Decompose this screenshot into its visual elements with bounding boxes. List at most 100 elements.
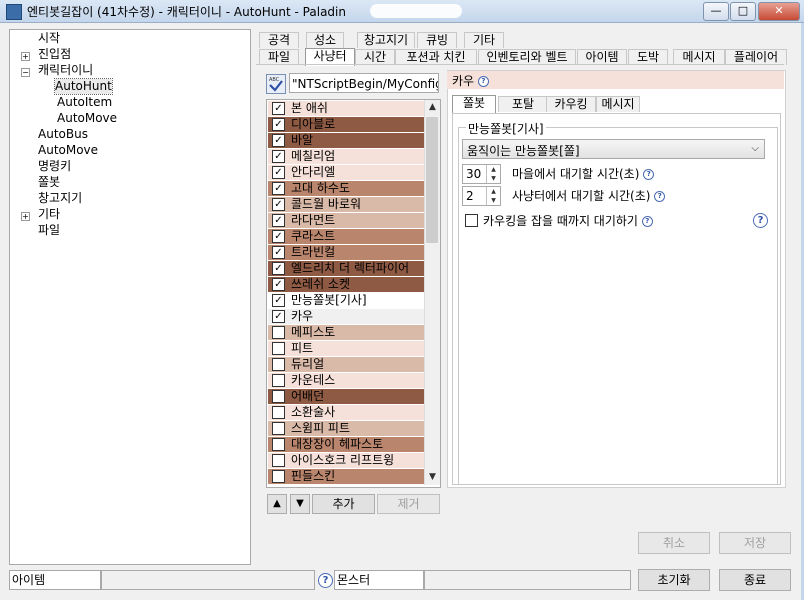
tree-item-character[interactable]: 캐릭터이니	[38, 63, 93, 78]
list-item[interactable]: ✓ 콜드월 바로워	[268, 197, 424, 212]
list-item[interactable]: ✓ 트라빈컬	[268, 245, 424, 260]
list-item[interactable]: 아이스호크 리프트윙	[268, 453, 424, 468]
spin-down-icon[interactable]: ▼	[487, 174, 500, 183]
scroll-thumb[interactable]	[426, 117, 438, 243]
tab-attack[interactable]: 공격	[259, 32, 299, 48]
tab-sanctuary[interactable]: 성소	[306, 32, 344, 48]
minimize-button[interactable]: —	[703, 2, 729, 21]
tree-item-start[interactable]: 시작	[38, 31, 60, 46]
save-button[interactable]: 저장	[719, 532, 791, 554]
list-item[interactable]: 듀리얼	[268, 357, 424, 372]
checkbox[interactable]	[272, 358, 285, 371]
exit-button[interactable]: 종료	[719, 569, 791, 591]
navigation-tree[interactable]	[9, 29, 251, 565]
tab-portal[interactable]: 포탈	[498, 96, 548, 112]
checkbox[interactable]: ✓	[272, 278, 285, 291]
list-item[interactable]: 피트	[268, 341, 424, 356]
checkbox[interactable]	[272, 374, 285, 387]
list-scrollbar[interactable]: ▲ ▼	[424, 100, 440, 485]
checkbox[interactable]: ✓	[272, 230, 285, 243]
mode-select[interactable]: 움직이는 만능쫄봇[쫄] ⌵	[462, 139, 765, 159]
add-button[interactable]: 추가	[312, 494, 375, 514]
tree-item-stash[interactable]: 창고지기	[38, 191, 82, 206]
tab-inner-message[interactable]: 메시지	[596, 96, 640, 112]
list-item[interactable]: ✓ 만능쫄봇[기사]	[268, 293, 424, 308]
spin-down-icon[interactable]: ▼	[487, 196, 500, 205]
field-wait-spinner[interactable]: 2 ▲ ▼	[462, 186, 501, 206]
move-down-button[interactable]: ▼	[290, 494, 310, 514]
tree-item-autohunt[interactable]: AutoHunt	[54, 78, 113, 95]
spin-up-icon[interactable]: ▲	[487, 165, 500, 174]
checkbox[interactable]	[272, 470, 285, 483]
maximize-button[interactable]: □	[730, 2, 756, 21]
help-icon[interactable]: ?	[654, 191, 666, 202]
checkbox[interactable]: ✓	[272, 310, 285, 323]
abc-check-icon[interactable]: ABC	[266, 74, 286, 94]
script-path-input[interactable]: "NTScriptBegin/MyConfig.	[289, 73, 439, 93]
collapse-icon[interactable]: −	[21, 68, 30, 77]
town-wait-spinner[interactable]: 30 ▲ ▼	[462, 164, 501, 184]
help-icon[interactable]: ?	[477, 76, 489, 87]
move-up-button[interactable]: ▲	[267, 494, 287, 514]
tab-gamble[interactable]: 도박	[628, 49, 668, 65]
checkbox[interactable]	[272, 454, 285, 467]
tab-cubing[interactable]: 큐빙	[417, 32, 457, 48]
cancel-button[interactable]: 취소	[638, 532, 710, 554]
list-item[interactable]: ✓ 카우	[268, 309, 424, 324]
tree-item-hotkeys[interactable]: 명령키	[38, 159, 71, 174]
tree-item-zolbot[interactable]: 쫄봇	[38, 175, 60, 190]
spinner-buttons[interactable]: ▲ ▼	[486, 187, 500, 205]
expand-icon[interactable]: +	[21, 52, 30, 61]
list-item[interactable]: ✓ 쿠라스트	[268, 229, 424, 244]
tab-player[interactable]: 플레이어	[725, 49, 787, 65]
list-item[interactable]: ✓ 라다먼트	[268, 213, 424, 228]
wait-cowking-checkbox[interactable]	[465, 214, 478, 227]
checkbox[interactable]: ✓	[272, 102, 285, 115]
tab-stash[interactable]: 창고지기	[357, 32, 415, 48]
checkbox[interactable]: ✓	[272, 214, 285, 227]
list-item[interactable]: 소환술사	[268, 405, 424, 420]
list-item[interactable]: ✓ 안다리엘	[268, 165, 424, 180]
tab-potion-chicken[interactable]: 포션과 치킨	[395, 49, 477, 65]
scroll-up-icon[interactable]: ▲	[425, 100, 440, 115]
checkbox[interactable]	[272, 438, 285, 451]
tab-cowking[interactable]: 카우킹	[546, 96, 596, 112]
checkbox[interactable]: ✓	[272, 134, 285, 147]
checkbox[interactable]: ✓	[272, 118, 285, 131]
spin-up-icon[interactable]: ▲	[487, 187, 500, 196]
checkbox[interactable]	[272, 326, 285, 339]
expand-icon[interactable]: +	[21, 212, 30, 221]
tab-message[interactable]: 메시지	[673, 49, 725, 65]
list-item[interactable]: ✓ 디아블로	[268, 117, 424, 132]
close-button[interactable]: ✕	[758, 2, 800, 21]
tab-etc[interactable]: 기타	[464, 32, 504, 48]
spinner-buttons[interactable]: ▲ ▼	[486, 165, 500, 183]
list-item[interactable]: ✓ 바알	[268, 133, 424, 148]
tree-item-automove[interactable]: AutoMove	[38, 143, 98, 158]
tab-item[interactable]: 아이템	[577, 49, 627, 65]
checkbox[interactable]: ✓	[272, 150, 285, 163]
checkbox[interactable]: ✓	[272, 198, 285, 211]
list-item[interactable]: ✓ 고대 하수도	[268, 181, 424, 196]
tree-item-autobus[interactable]: AutoBus	[38, 127, 88, 142]
scroll-down-icon[interactable]: ▼	[425, 470, 440, 485]
list-item[interactable]: 어배던	[268, 389, 424, 404]
help-icon[interactable]: ?	[318, 573, 333, 588]
checkbox[interactable]: ✓	[272, 166, 285, 179]
list-item[interactable]: ✓ 쓰레쉬 소켓	[268, 277, 424, 292]
tree-item-file[interactable]: 파일	[38, 223, 60, 238]
tab-time[interactable]: 시간	[355, 49, 395, 65]
list-item[interactable]: 스윔피 피트	[268, 421, 424, 436]
list-item[interactable]: ✓ 본 애쉬	[268, 101, 424, 116]
tab-file[interactable]: 파일	[259, 49, 299, 65]
tree-item-entry[interactable]: 진입점	[38, 47, 71, 62]
list-item[interactable]: 메피스토	[268, 325, 424, 340]
help-icon[interactable]: ?	[643, 169, 655, 180]
checkbox[interactable]: ✓	[272, 262, 285, 275]
monster-list[interactable]: ✓ 본 애쉬 ✓ 디아블로 ✓ 바알 ✓ 메칠리엄 ✓ 안다리엘 ✓ 고대 하수도 ✓ 콜드월 바로워 ✓ 라…	[266, 99, 441, 488]
tree-item-autoitem[interactable]: AutoItem	[57, 95, 112, 110]
checkbox[interactable]: ✓	[272, 182, 285, 195]
tree-item-automove-sub[interactable]: AutoMove	[57, 111, 117, 126]
checkbox[interactable]	[272, 406, 285, 419]
list-item[interactable]: ✓ 엘드리치 더 렉터파이어	[268, 261, 424, 276]
